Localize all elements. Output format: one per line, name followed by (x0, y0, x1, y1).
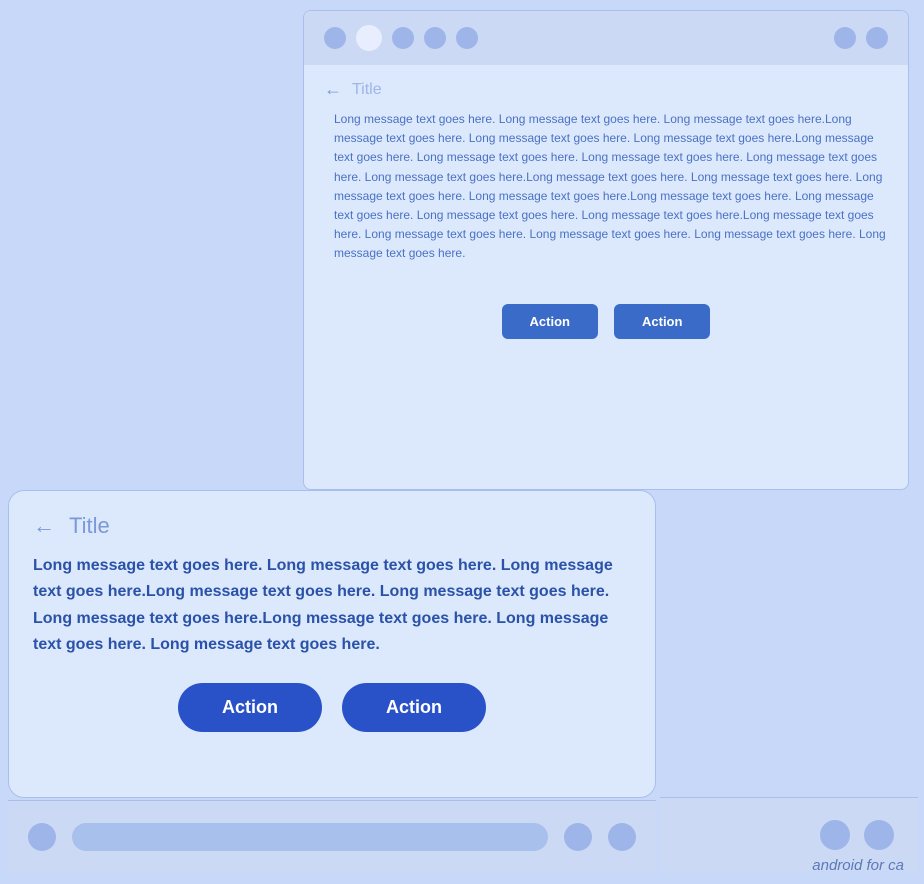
right-partial-circle-2 (864, 820, 894, 850)
top-action-button-2[interactable]: Action (614, 304, 710, 339)
nav-circle-right-2 (608, 823, 636, 851)
watermark: android for ca (812, 857, 904, 874)
top-bar-left (324, 25, 478, 51)
bottom-card-message: Long message text goes here. Long messag… (9, 553, 655, 677)
top-bar-right (834, 27, 888, 49)
top-bar-circle-3 (392, 27, 414, 49)
top-bar-circle-4 (424, 27, 446, 49)
top-bar-circle-6 (834, 27, 856, 49)
nav-circle-right-1 (564, 823, 592, 851)
top-title-bar: ← Title (304, 65, 908, 110)
bottom-card: ← Title Long message text goes here. Lon… (8, 490, 656, 798)
bottom-action-button-2[interactable]: Action (342, 683, 486, 732)
top-bar-circle-7 (866, 27, 888, 49)
bottom-action-button-1[interactable]: Action (178, 683, 322, 732)
top-card-actions: Action Action (304, 284, 908, 359)
top-action-button-1[interactable]: Action (502, 304, 598, 339)
bottom-back-arrow-icon[interactable]: ← (33, 513, 55, 539)
top-card-title: Title (352, 81, 382, 99)
top-bar (304, 11, 908, 65)
right-partial-circle-1 (820, 820, 850, 850)
nav-pill[interactable] (72, 823, 548, 851)
top-bar-circle-5 (456, 27, 478, 49)
top-bar-circle-2 (356, 25, 382, 51)
bottom-title-bar: ← Title (9, 491, 655, 553)
back-arrow-icon[interactable]: ← (324, 79, 342, 100)
bottom-card-actions: Action Action (9, 677, 655, 750)
nav-circle-left (28, 823, 56, 851)
top-bar-circle-1 (324, 27, 346, 49)
bottom-nav-bar (8, 800, 656, 872)
top-card: ← Title Long message text goes here. Lon… (303, 10, 909, 490)
bottom-card-title: Title (69, 513, 110, 539)
top-card-message: Long message text goes here. Long messag… (304, 110, 908, 284)
